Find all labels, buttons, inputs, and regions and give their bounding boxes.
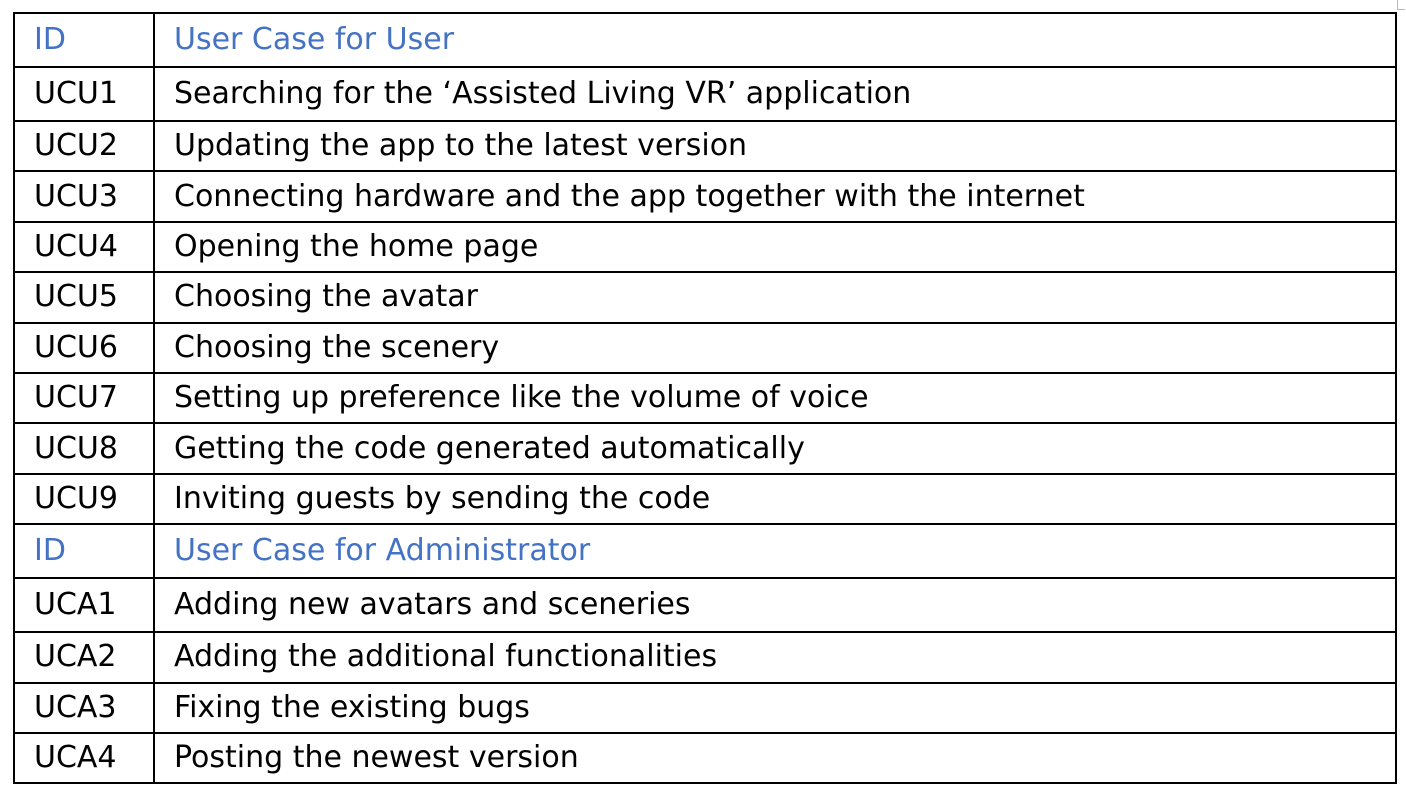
table-row: UCU8 Getting the code generated automati… <box>13 422 1397 475</box>
table-row: UCA2 Adding the additional functionaliti… <box>13 631 1397 684</box>
use-case-description: Choosing the scenery <box>153 321 1397 374</box>
id-column-header: ID <box>13 12 155 68</box>
use-case-id: UCU7 <box>13 371 155 425</box>
table-row: UCU7 Setting up preference like the volu… <box>13 371 1397 425</box>
user-case-column-header: User Case for User <box>153 12 1397 68</box>
user-section-header-row: ID User Case for User <box>13 12 1397 68</box>
table-row: UCU5 Choosing the avatar <box>13 271 1397 324</box>
use-case-id: UCA2 <box>13 631 155 684</box>
table-row: UCA4 Posting the newest version <box>13 731 1397 785</box>
use-case-table: ID User Case for User UCU1 Searching for… <box>13 12 1397 785</box>
table-row: UCA3 Fixing the existing bugs <box>13 681 1397 734</box>
use-case-description: Getting the code generated automatically <box>153 422 1397 475</box>
use-case-description: Updating the app to the latest version <box>153 119 1397 173</box>
table-row: UCU6 Choosing the scenery <box>13 321 1397 374</box>
use-case-id: UCU6 <box>13 321 155 374</box>
use-case-id: UCU2 <box>13 119 155 173</box>
use-case-description: Connecting hardware and the app together… <box>153 170 1397 223</box>
use-case-id: UCA4 <box>13 731 155 785</box>
table-row: UCU4 Opening the home page <box>13 220 1397 274</box>
table-row: UCU1 Searching for the ‘Assisted Living … <box>13 66 1397 122</box>
use-case-description: Opening the home page <box>153 220 1397 274</box>
use-case-description: Searching for the ‘Assisted Living VR’ a… <box>153 66 1397 122</box>
table-row: UCA1 Adding new avatars and sceneries <box>13 577 1397 634</box>
use-case-description: Choosing the avatar <box>153 271 1397 324</box>
use-case-id: UCU4 <box>13 220 155 274</box>
id-column-header: ID <box>13 523 155 580</box>
admin-section-header-row: ID User Case for Administrator <box>13 523 1397 580</box>
use-case-description: Posting the newest version <box>153 731 1397 785</box>
use-case-description: Adding the additional functionalities <box>153 631 1397 684</box>
use-case-id: UCA1 <box>13 577 155 634</box>
use-case-id: UCU3 <box>13 170 155 223</box>
page-corner-mark <box>1397 0 1405 10</box>
use-case-id: UCU8 <box>13 422 155 475</box>
use-case-id: UCA3 <box>13 681 155 734</box>
use-case-id: UCU9 <box>13 472 155 526</box>
table-row: UCU2 Updating the app to the latest vers… <box>13 119 1397 173</box>
table-row: UCU3 Connecting hardware and the app tog… <box>13 170 1397 223</box>
use-case-id: UCU1 <box>13 66 155 122</box>
use-case-description: Fixing the existing bugs <box>153 681 1397 734</box>
use-case-id: UCU5 <box>13 271 155 324</box>
use-case-description: Adding new avatars and sceneries <box>153 577 1397 634</box>
use-case-description: Inviting guests by sending the code <box>153 472 1397 526</box>
table-row: UCU9 Inviting guests by sending the code <box>13 472 1397 526</box>
admin-case-column-header: User Case for Administrator <box>153 523 1397 580</box>
use-case-description: Setting up preference like the volume of… <box>153 371 1397 425</box>
